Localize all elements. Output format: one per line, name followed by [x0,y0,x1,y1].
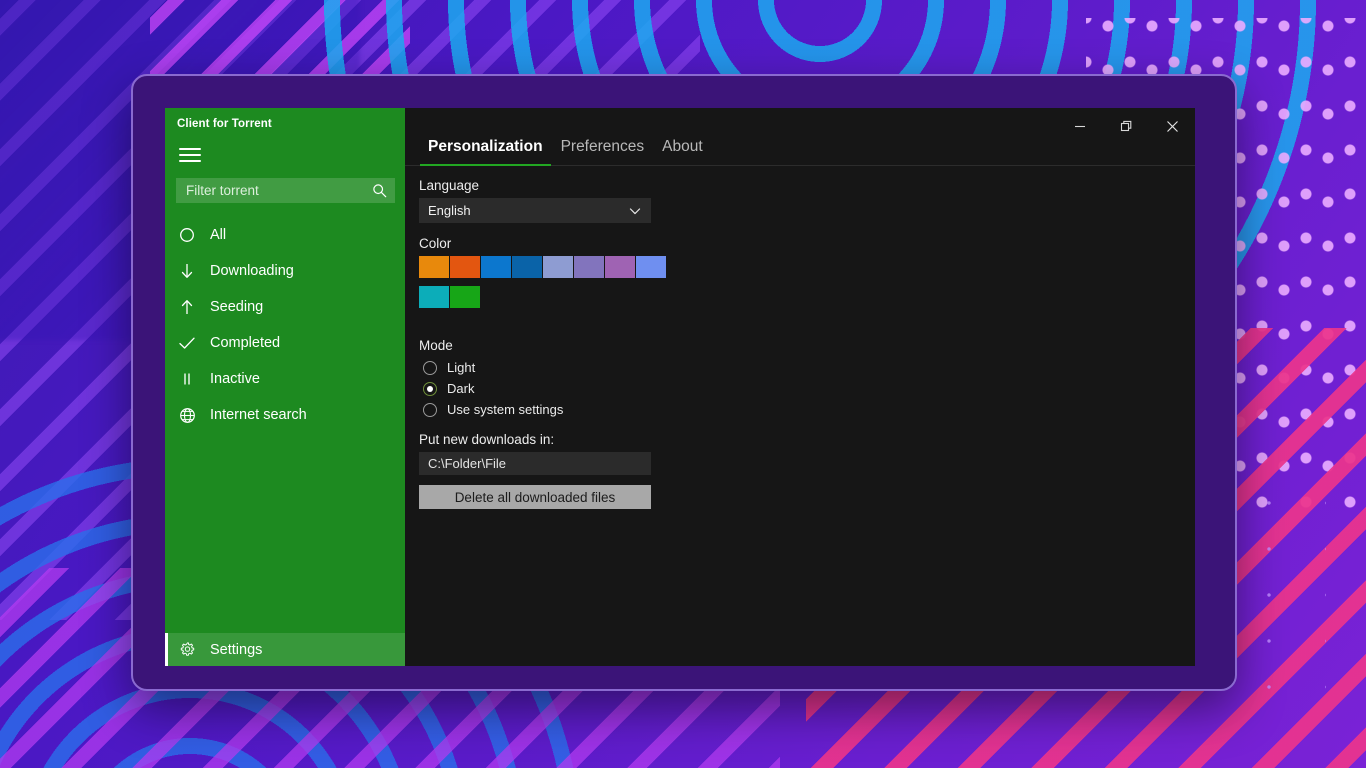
minimize-button[interactable] [1057,108,1103,144]
search-icon[interactable] [372,183,387,198]
color-swatch[interactable] [419,256,449,278]
downloads-path-label: Put new downloads in: [419,432,555,447]
sidebar-item-label: Settings [210,641,263,658]
color-swatch[interactable] [450,286,480,308]
sidebar-item-settings[interactable]: Settings [165,633,405,666]
radio-icon[interactable] [423,402,437,417]
color-swatch[interactable] [481,256,511,278]
tab-about[interactable]: About [653,138,712,165]
color-swatch[interactable] [636,256,666,278]
sidebar-item-label: Completed [210,334,281,351]
desktop-wallpaper: Client for Torrent Filter torrent All Do… [0,0,1366,768]
arrow-down-icon [176,260,198,282]
language-dropdown[interactable]: English [419,198,651,223]
filter-torrent-field[interactable] [176,178,395,203]
mode-option-light[interactable]: Light [419,357,1195,378]
sidebar-nav: All Downloading Seeding Completed Inacti… [165,217,405,433]
color-swatch[interactable] [543,256,573,278]
color-swatch[interactable] [574,256,604,278]
sidebar-item-completed[interactable]: Completed [165,325,405,361]
sidebar-item-label: Inactive [210,370,260,387]
color-swatch-grid [419,256,667,316]
restore-icon [1120,120,1131,131]
sidebar-item-label: All [210,226,227,243]
sidebar-item-label: Downloading [210,262,294,279]
hamburger-bar [179,148,201,150]
main-content: Personalization Preferences About Langua… [405,108,1195,666]
hamburger-bar [179,154,201,156]
personalization-pane: Language English Color Mode Light Dark U… [405,166,1195,509]
check-icon [176,332,198,354]
radio-icon-selected[interactable] [423,381,437,396]
color-label: Color [419,236,452,251]
language-selected-value: English [428,203,471,218]
hamburger-bar [179,160,201,162]
downloads-path-input[interactable]: C:\Folder\File [419,452,651,475]
gear-icon [176,639,198,661]
color-swatch[interactable] [605,256,635,278]
mode-option-label: Dark [447,381,475,396]
circle-icon [176,224,198,246]
app-window: Client for Torrent Filter torrent All Do… [131,74,1237,691]
tab-preferences[interactable]: Preferences [552,138,654,165]
globe-icon [176,404,198,426]
mode-option-dark[interactable]: Dark [419,378,1195,399]
search-input[interactable] [186,183,372,198]
window-inner: Client for Torrent Filter torrent All Do… [165,108,1195,666]
close-icon [1166,120,1178,132]
sidebar-item-label: Seeding [210,298,264,315]
sidebar-item-downloading[interactable]: Downloading [165,253,405,289]
color-swatch[interactable] [512,256,542,278]
color-swatch[interactable] [450,256,480,278]
language-label: Language [419,178,480,193]
chevron-down-icon [629,207,641,214]
arrow-up-icon [176,296,198,318]
mode-option-label: Light [447,360,476,375]
sidebar-item-inactive[interactable]: Inactive [165,361,405,397]
sidebar-item-all[interactable]: All [165,217,405,253]
sidebar-item-internet-search[interactable]: Internet search [165,397,405,433]
sidebar-item-seeding[interactable]: Seeding [165,289,405,325]
radio-icon[interactable] [423,360,437,375]
delete-all-downloaded-files-button[interactable]: Delete all downloaded files [419,485,651,509]
hamburger-icon[interactable] [179,148,201,162]
pause-icon [176,368,198,390]
sidebar: Client for Torrent Filter torrent All Do… [165,108,405,666]
app-title: Client for Torrent [177,118,272,130]
tab-personalization[interactable]: Personalization [419,138,552,166]
mode-label: Mode [419,338,453,353]
mode-option-label: Use system settings [447,402,564,417]
wallpaper-diagonal-stripes-top [150,0,410,80]
restore-button[interactable] [1103,108,1149,144]
window-controls [1057,108,1195,144]
sidebar-item-label: Internet search [210,406,307,423]
mode-option-use-system-settings[interactable]: Use system settings [419,399,1195,420]
minimize-icon [1075,125,1085,128]
color-swatch[interactable] [419,286,449,308]
close-button[interactable] [1149,108,1195,144]
